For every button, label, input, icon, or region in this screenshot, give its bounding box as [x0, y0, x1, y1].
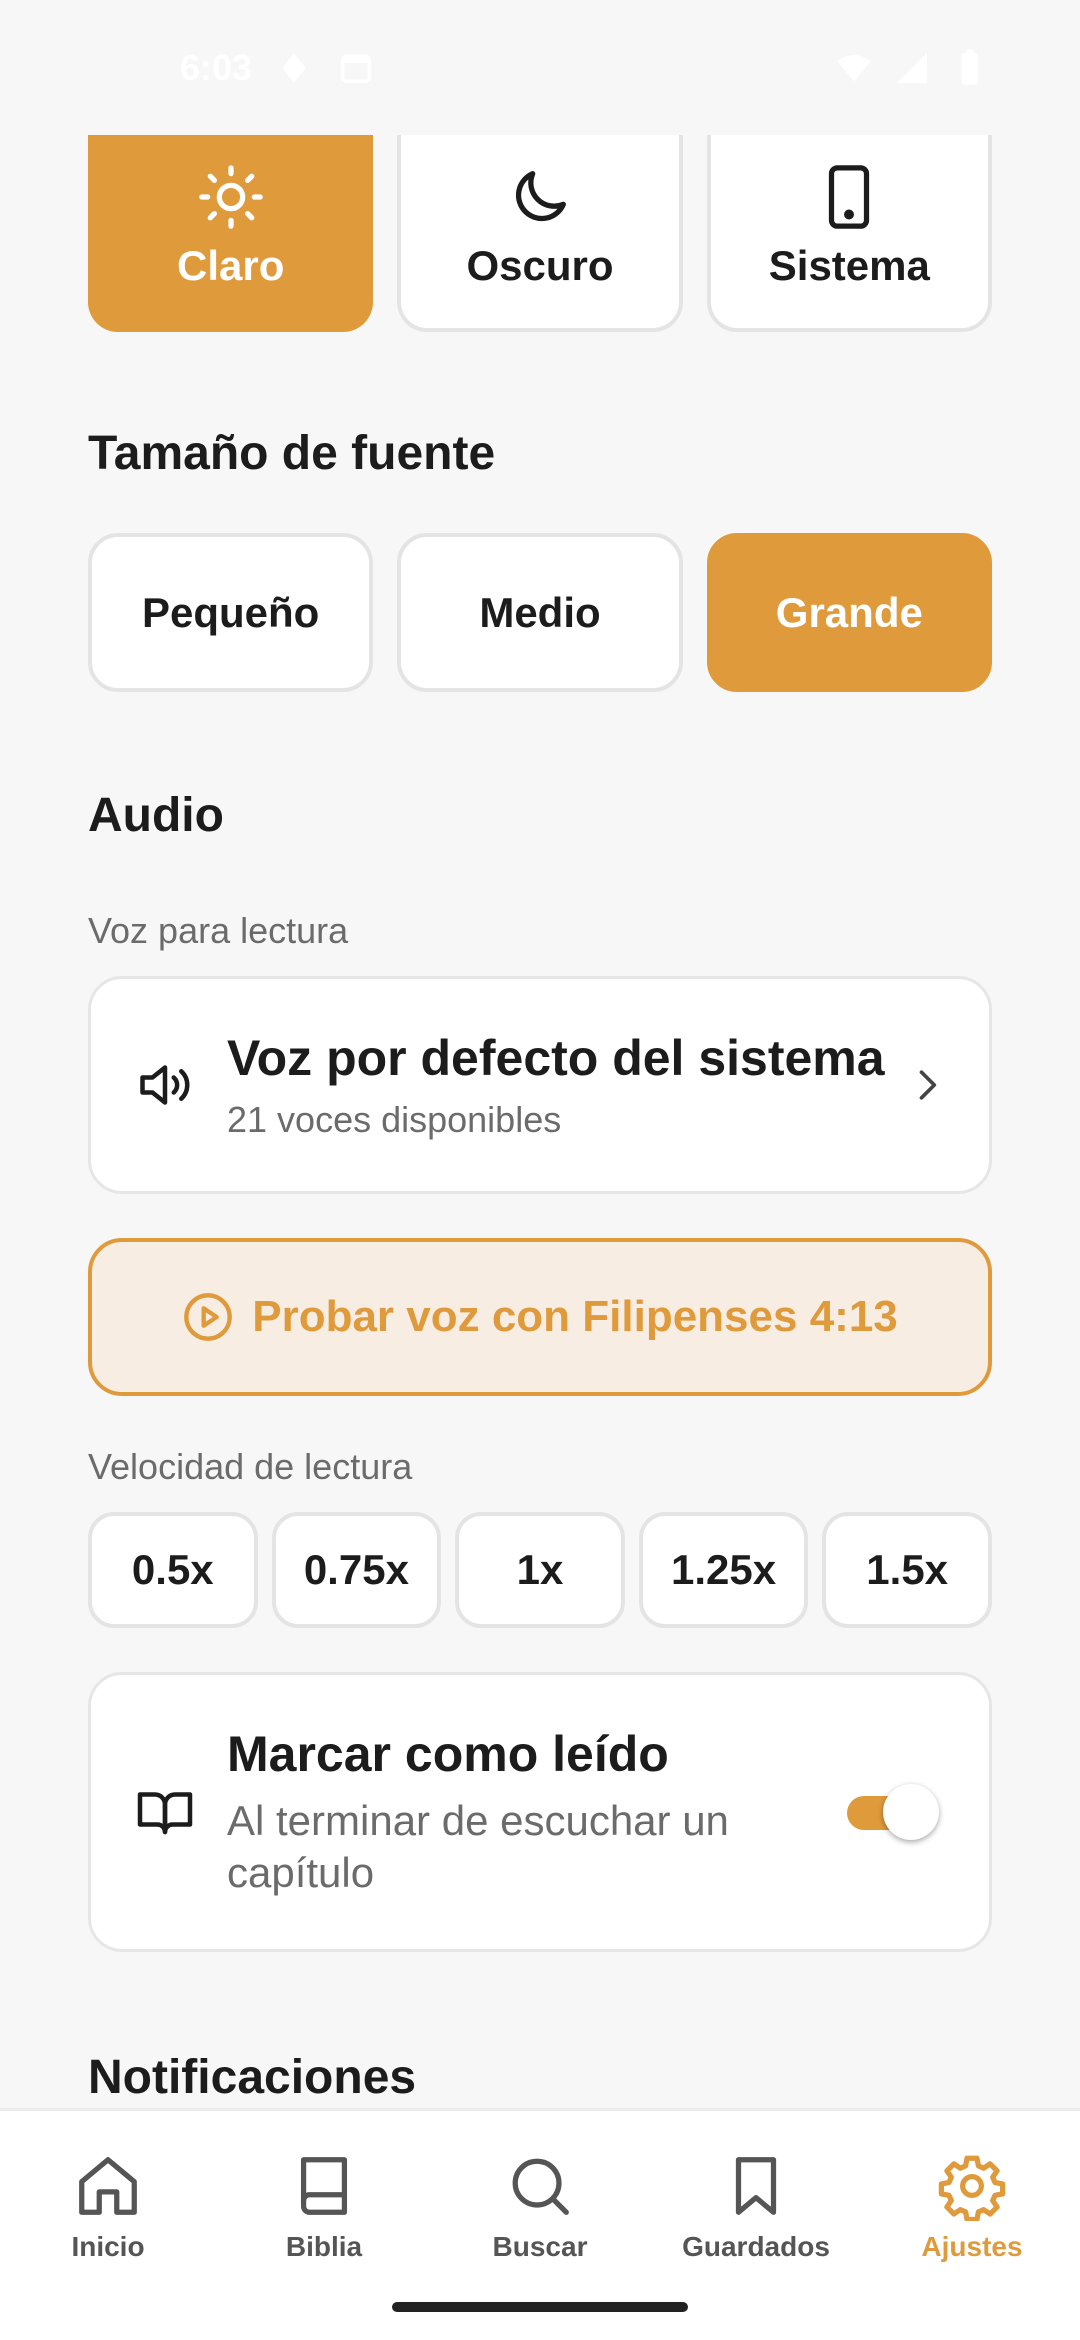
- nav-label: Ajustes: [921, 2231, 1023, 2262]
- nav-label: Buscar: [492, 2231, 588, 2262]
- speed-option[interactable]: 1.25x: [638, 1512, 809, 1628]
- moon-icon: [515, 170, 566, 221]
- search-icon: [512, 2158, 569, 2215]
- voice-selector[interactable]: Voz por defecto del sistema 21 voces dis…: [88, 976, 992, 1194]
- signal-icon: [897, 52, 927, 83]
- theme-selector: Claro Oscuro Sistema: [88, 135, 992, 332]
- mark-as-read-description: Al terminar de escuchar un capítulo: [227, 1797, 729, 1896]
- mark-as-read-toggle[interactable]: [847, 1782, 939, 1842]
- voice-label: Voz para lectura: [88, 910, 349, 951]
- chevron-right-icon: [919, 1070, 937, 1100]
- gear-icon: [938, 2155, 1006, 2221]
- speaker-icon: [140, 1065, 190, 1105]
- test-voice-label: Probar voz con Filipenses 4:13: [252, 1292, 898, 1341]
- sun-icon: [198, 164, 263, 229]
- nav-label: Inicio: [71, 2231, 145, 2262]
- book-open-icon: [137, 1792, 193, 1835]
- font-size-medium[interactable]: Medio: [397, 533, 683, 692]
- calendar-icon: [341, 54, 372, 83]
- status-bar: 6:03: [0, 0, 1080, 135]
- battery-icon: [961, 49, 979, 85]
- font-size-title: Tamaño de fuente: [88, 427, 496, 480]
- home-icon: [79, 2157, 137, 2215]
- audio-title: Audio: [88, 789, 224, 842]
- nav-label: Biblia: [285, 2231, 363, 2262]
- speed-option[interactable]: 0.5x: [88, 1512, 258, 1628]
- speed-selector: 0.5x 0.75x 1x 1.25x 1.5x: [88, 1512, 992, 1628]
- font-size-small[interactable]: Pequeño: [88, 533, 374, 692]
- speed-option[interactable]: 1x: [455, 1512, 625, 1628]
- speed-option[interactable]: 0.75x: [271, 1512, 442, 1628]
- theme-option-label: Oscuro: [466, 241, 614, 289]
- notifications-title: Notificaciones: [88, 2051, 417, 2104]
- mark-as-read-setting: Marcar como leído Al terminar de escucha…: [88, 1672, 992, 1952]
- theme-option-dark[interactable]: Oscuro: [397, 135, 683, 332]
- phone-icon: [829, 164, 870, 229]
- speed-label: Velocidad de lectura: [88, 1446, 413, 1487]
- font-size-selector: Pequeño Medio Grande: [88, 533, 992, 692]
- voice-count: 21 voces disponibles: [227, 1099, 562, 1140]
- speed-option[interactable]: 1.5x: [822, 1512, 992, 1628]
- play-circle-icon: [184, 1293, 233, 1341]
- location-icon: [282, 52, 306, 83]
- nav-item-inicio[interactable]: Inicio: [0, 2111, 216, 2340]
- mark-as-read-title: Marcar como leído: [227, 1726, 669, 1782]
- theme-option-label: Sistema: [768, 241, 930, 289]
- bookmark-icon: [735, 2157, 777, 2215]
- nav-item-ajustes[interactable]: Ajustes: [864, 2111, 1080, 2340]
- test-voice-button[interactable]: Probar voz con Filipenses 4:13: [88, 1238, 992, 1396]
- home-indicator[interactable]: [392, 2302, 688, 2312]
- theme-option-light[interactable]: Claro: [88, 135, 374, 332]
- font-size-large[interactable]: Grande: [706, 533, 992, 692]
- nav-label: Guardados: [682, 2231, 830, 2262]
- book-icon: [300, 2157, 348, 2215]
- voice-title: Voz por defecto del sistema: [227, 1030, 885, 1086]
- status-time: 6:03: [180, 46, 253, 88]
- theme-option-system[interactable]: Sistema: [706, 135, 992, 332]
- theme-option-label: Claro: [176, 241, 285, 289]
- wifi-icon: [837, 54, 871, 81]
- toggle-thumb: [883, 1784, 939, 1840]
